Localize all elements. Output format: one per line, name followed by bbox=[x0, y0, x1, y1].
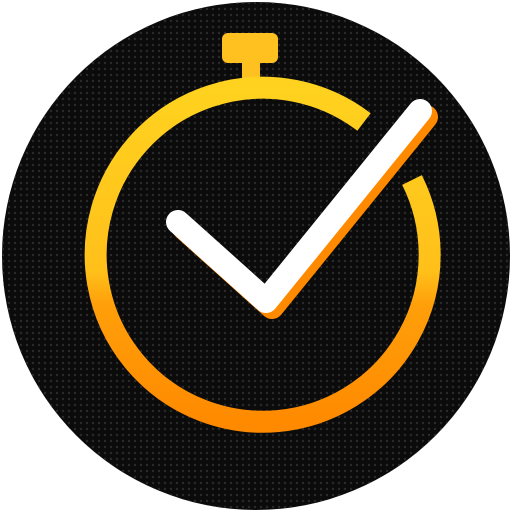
app-icon bbox=[0, 0, 512, 512]
stopwatch-check-icon bbox=[2, 2, 510, 510]
